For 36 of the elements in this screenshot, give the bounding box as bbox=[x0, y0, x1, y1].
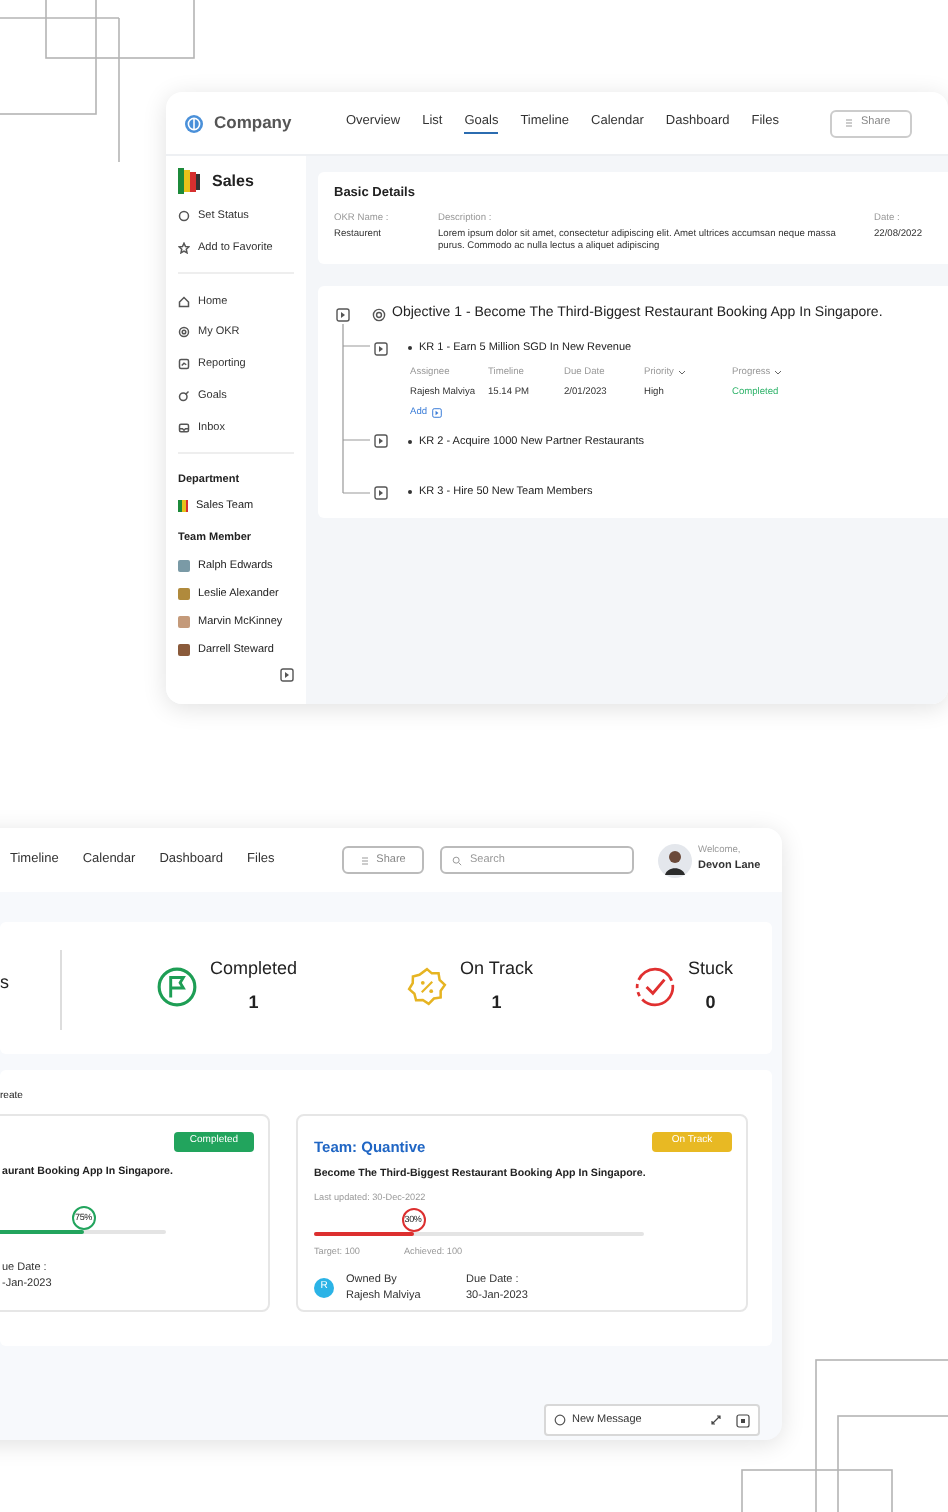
stat-value: 1 bbox=[491, 989, 502, 1015]
expand-icon[interactable] bbox=[374, 341, 388, 356]
logo-icon bbox=[178, 168, 200, 194]
check-circle-icon bbox=[634, 965, 676, 1007]
expand-arrows-icon[interactable] bbox=[710, 1414, 722, 1426]
percent-badge-icon bbox=[406, 965, 448, 1007]
circle-icon bbox=[178, 210, 190, 223]
stat-label: Completed bbox=[210, 956, 298, 982]
add-icon bbox=[431, 407, 442, 418]
logo-icon bbox=[178, 500, 188, 513]
stat-label: On Track bbox=[460, 956, 534, 982]
home-icon bbox=[178, 295, 190, 308]
share-icon bbox=[360, 855, 371, 865]
avatar-icon bbox=[658, 843, 692, 877]
stat-value: 0 bbox=[705, 989, 716, 1015]
stat-label: Stuck bbox=[688, 956, 734, 982]
collapse-icon[interactable] bbox=[280, 668, 294, 682]
inbox-icon bbox=[178, 421, 190, 434]
chart-icon bbox=[178, 358, 190, 371]
goal-icon bbox=[178, 389, 190, 402]
star-icon bbox=[178, 242, 190, 255]
stat-value: 1 bbox=[248, 989, 259, 1015]
brand-name: Company bbox=[214, 110, 294, 136]
sidebar-title: Sales bbox=[212, 169, 254, 193]
share-icon bbox=[844, 118, 855, 128]
close-icon[interactable] bbox=[736, 1413, 750, 1427]
target-icon bbox=[372, 308, 386, 323]
expand-icon[interactable] bbox=[336, 308, 350, 323]
logo-icon bbox=[184, 113, 204, 133]
chat-icon bbox=[554, 1414, 566, 1426]
expand-icon[interactable] bbox=[374, 485, 388, 500]
stat-label: s bbox=[0, 970, 9, 996]
flag-icon bbox=[156, 965, 198, 1007]
expand-icon[interactable] bbox=[374, 434, 388, 449]
search-icon bbox=[452, 855, 462, 865]
target-icon bbox=[178, 326, 190, 339]
